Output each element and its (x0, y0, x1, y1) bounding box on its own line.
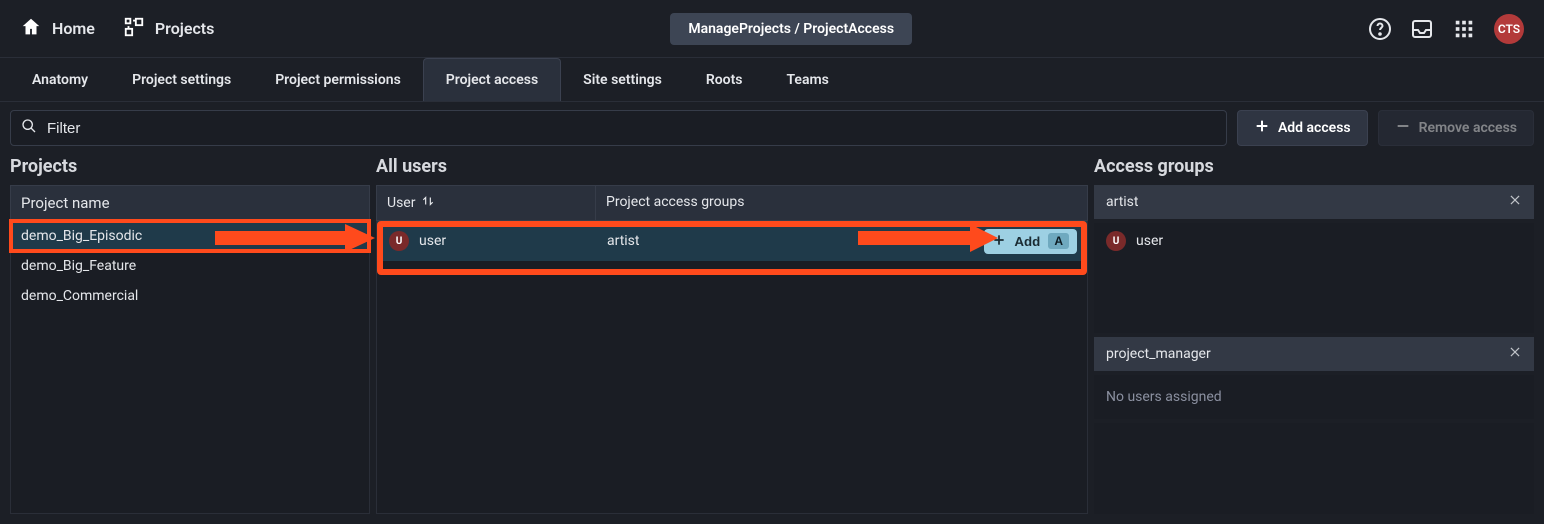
user-avatar: U (1106, 231, 1126, 251)
empty-text: No users assigned (1106, 383, 1522, 411)
tab-roots[interactable]: Roots (684, 58, 765, 101)
help-icon[interactable] (1368, 17, 1392, 41)
allusers-title: All users (376, 154, 1088, 185)
user-row[interactable]: U user artist Add A (377, 221, 1087, 261)
tab-bar: Anatomy Project settings Project permiss… (0, 58, 1544, 102)
project-name: demo_Commercial (21, 288, 138, 304)
tab-project-access[interactable]: Project access (423, 58, 561, 101)
minus-icon (1395, 118, 1411, 138)
tab-anatomy[interactable]: Anatomy (10, 58, 110, 101)
apps-icon[interactable] (1452, 17, 1476, 41)
add-label: Add (1014, 234, 1040, 249)
avatar[interactable]: CTS (1494, 14, 1524, 44)
user-header-label: User (387, 195, 415, 211)
sort-icon (421, 194, 435, 212)
home-label: Home (52, 19, 95, 38)
remove-access-label: Remove access (1419, 120, 1517, 136)
access-group-name: artist (1106, 194, 1139, 210)
project-name-header[interactable]: Project name (10, 185, 370, 221)
project-name: demo_Big_Feature (21, 258, 136, 274)
plus-icon (992, 233, 1006, 250)
projects-link[interactable]: Projects (123, 16, 215, 42)
home-icon (20, 16, 42, 42)
filter-input[interactable] (47, 120, 1216, 137)
projects-label: Projects (155, 19, 215, 38)
groups-header[interactable]: Project access groups (595, 186, 1087, 220)
project-row[interactable]: demo_Big_Episodic (11, 221, 369, 251)
filter-box[interactable] (10, 110, 1227, 146)
access-group-zone[interactable]: U user (1094, 223, 1534, 333)
remove-access-button: Remove access (1378, 110, 1534, 146)
project-row[interactable]: demo_Commercial (11, 281, 369, 311)
home-link[interactable]: Home (20, 16, 95, 42)
projects-icon (123, 16, 145, 42)
user-avatar: U (389, 231, 409, 251)
user-name: user (1136, 233, 1163, 249)
close-icon[interactable] (1508, 193, 1522, 211)
close-icon[interactable] (1508, 345, 1522, 363)
plus-icon (1254, 118, 1270, 138)
access-group-empty-area (1094, 423, 1534, 514)
access-group-zone[interactable]: No users assigned (1094, 375, 1534, 419)
add-access-label: Add access (1278, 120, 1351, 136)
add-button[interactable]: Add A (984, 229, 1077, 254)
project-row[interactable]: demo_Big_Feature (11, 251, 369, 281)
add-kbd: A (1048, 233, 1069, 249)
user-name: user (419, 233, 446, 249)
tab-teams[interactable]: Teams (764, 58, 850, 101)
access-title: Access groups (1094, 154, 1534, 185)
tab-site-settings[interactable]: Site settings (561, 58, 684, 101)
access-group-name: project_manager (1106, 346, 1211, 362)
add-access-button[interactable]: Add access (1237, 110, 1368, 146)
access-group-header[interactable]: artist (1094, 185, 1534, 219)
search-icon (21, 118, 37, 138)
projects-title: Projects (10, 154, 370, 185)
breadcrumb[interactable]: ManageProjects / ProjectAccess (670, 13, 912, 45)
project-name: demo_Big_Episodic (21, 228, 142, 244)
inbox-icon[interactable] (1410, 17, 1434, 41)
access-group-user[interactable]: U user (1106, 231, 1522, 251)
user-header[interactable]: User (377, 186, 595, 220)
tab-project-permissions[interactable]: Project permissions (253, 58, 423, 101)
access-group-header[interactable]: project_manager (1094, 337, 1534, 371)
user-groups: artist (595, 233, 984, 249)
tab-project-settings[interactable]: Project settings (110, 58, 253, 101)
